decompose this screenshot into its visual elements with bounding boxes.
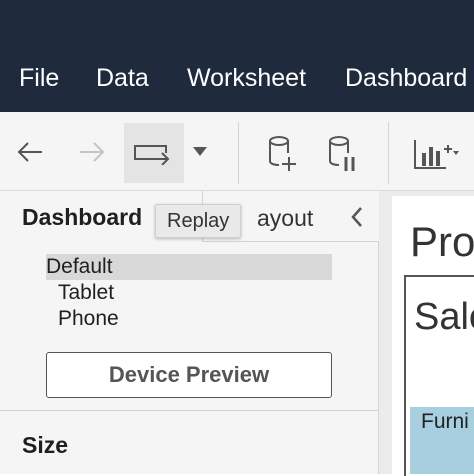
bar-chart-add-icon [414, 140, 459, 169]
device-list: Default Tablet Phone [46, 254, 332, 332]
menu-bar [0, 0, 474, 112]
size-section-label[interactable]: Size [22, 432, 68, 459]
new-worksheet-button[interactable] [410, 134, 462, 174]
category-label: Furni [421, 410, 469, 433]
caret-down-icon [193, 147, 207, 156]
chevron-left-icon [351, 207, 362, 227]
add-database-icon [269, 136, 296, 171]
menu-file[interactable]: File [19, 62, 59, 94]
replay-icon [134, 145, 170, 165]
worksheet-title: Sale [414, 296, 474, 338]
tab-layout-label: ayout [257, 205, 314, 231]
dashboard-title[interactable]: Pro [410, 218, 474, 266]
device-item-default[interactable]: Default [46, 254, 332, 280]
pause-database-icon [329, 136, 355, 171]
forward-button[interactable] [70, 130, 114, 174]
menu-worksheet[interactable]: Worksheet [187, 62, 306, 94]
collapse-pane-button[interactable] [346, 204, 368, 230]
arrow-right-icon [80, 142, 105, 162]
device-preview-button[interactable]: Device Preview [46, 352, 332, 398]
replay-button[interactable] [124, 123, 184, 183]
replay-dropdown-button[interactable] [188, 140, 212, 164]
pause-updates-button[interactable] [322, 132, 362, 176]
menu-dashboard[interactable]: Dashboard [345, 62, 467, 94]
menu-data[interactable]: Data [96, 62, 149, 94]
device-item-tablet[interactable]: Tablet [46, 280, 332, 306]
back-button[interactable] [8, 130, 52, 174]
divider [0, 410, 378, 411]
new-data-source-button[interactable] [262, 132, 302, 176]
tab-dashboard[interactable]: Dashboard [22, 204, 142, 231]
device-item-phone[interactable]: Phone [46, 306, 332, 332]
arrow-left-icon [17, 142, 42, 162]
replay-tooltip: Replay [155, 204, 242, 238]
